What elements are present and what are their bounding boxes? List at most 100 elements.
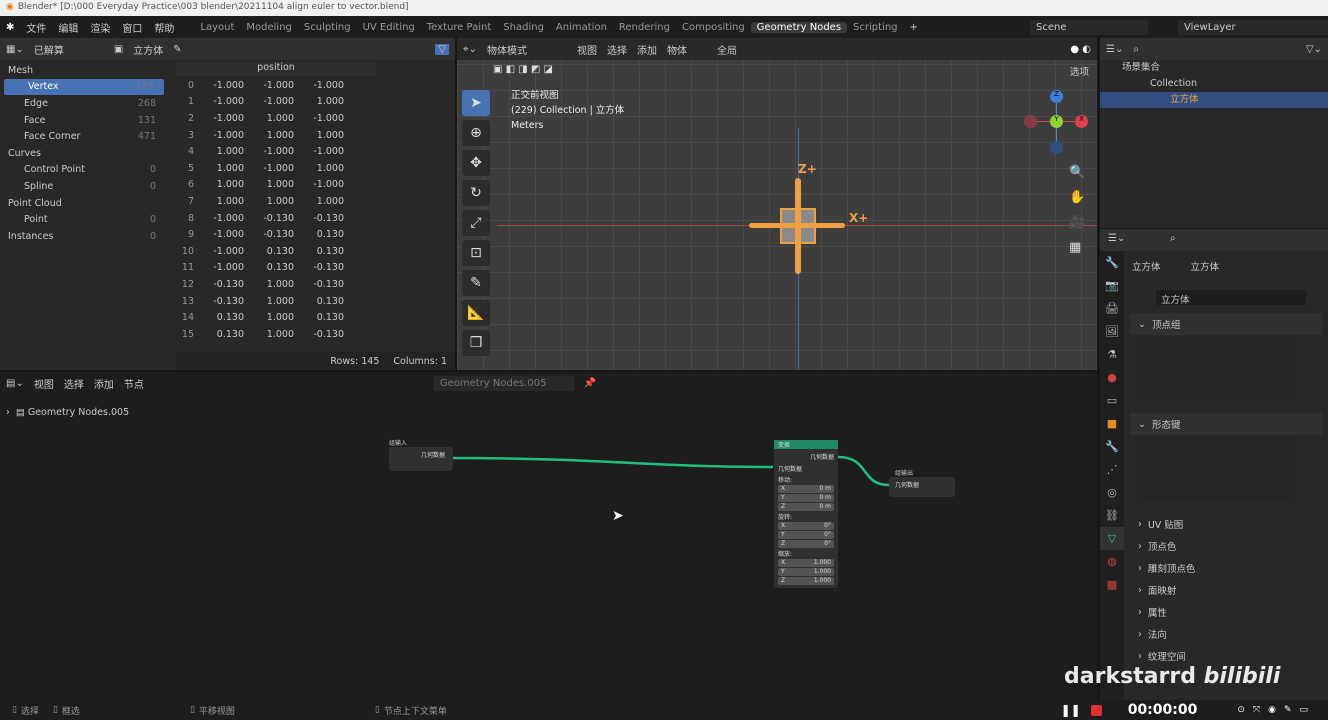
gizmo-neg-x[interactable]: [1024, 115, 1037, 128]
vector-field[interactable]: X 0°: [778, 522, 834, 530]
vector-field[interactable]: Y 0 m: [778, 494, 834, 502]
tab-modeling[interactable]: Modeling: [240, 22, 298, 33]
filter-icon[interactable]: ▽⌄: [1306, 44, 1322, 55]
outliner-collection[interactable]: Collection: [1100, 76, 1328, 92]
domain-item[interactable]: Instances 0: [0, 228, 166, 245]
blender-logo-icon[interactable]: ✱: [0, 22, 20, 33]
tab-layout[interactable]: Layout: [194, 22, 240, 33]
tab-scripting[interactable]: Scripting: [847, 22, 903, 33]
orientation-dropdown[interactable]: 全局: [717, 42, 777, 57]
transform-node[interactable]: 变换 几何数据 几何数据 移动: X 0 m Y 0 m Z 0 m 旋转: X 0° Y 0°…: [774, 440, 838, 588]
panel-section[interactable]: ⌄ 形态键: [1130, 413, 1322, 435]
vector-field[interactable]: X 1.000: [778, 559, 834, 567]
domain-item[interactable]: Point 0: [0, 211, 166, 228]
list-box[interactable]: [1136, 337, 1296, 399]
menu-render[interactable]: 渲染: [84, 20, 116, 35]
panel-section[interactable]: ⌄ 顶点组: [1130, 313, 1322, 335]
panel-section[interactable]: › 雕刻顶点色: [1130, 557, 1322, 579]
shading-solid-icon[interactable]: ● ◐: [1070, 44, 1091, 55]
material-tab-icon[interactable]: ◍: [1100, 550, 1124, 573]
tab-sculpting[interactable]: Sculpting: [298, 22, 357, 33]
column-header-position[interactable]: position: [176, 62, 376, 76]
vector-field[interactable]: Z 0°: [778, 540, 834, 548]
scene-selector[interactable]: Scene: [1030, 19, 1148, 35]
domain-item[interactable]: Face 131: [0, 112, 166, 129]
menu-add[interactable]: 添加: [637, 42, 657, 57]
tab-geometry-nodes[interactable]: Geometry Nodes: [750, 21, 848, 33]
output-tab-icon[interactable]: 🖨: [1100, 297, 1124, 320]
modifier-tab-icon[interactable]: 🔧: [1100, 435, 1124, 458]
tab-animation[interactable]: Animation: [550, 22, 613, 33]
filter-icon[interactable]: ▽: [435, 43, 449, 55]
measure-tool-icon[interactable]: 📐: [462, 300, 490, 326]
domain-item[interactable]: Curves: [0, 145, 166, 162]
menu-help[interactable]: 帮助: [148, 20, 180, 35]
menu-object[interactable]: 物体: [667, 42, 687, 57]
camera-icon[interactable]: 🎥: [1069, 210, 1085, 235]
panel-section[interactable]: › 面映射: [1130, 579, 1322, 601]
domain-item[interactable]: Control Point 0: [0, 162, 166, 179]
recorder-tool-icons[interactable]: ⊙⤧◉✎▭: [1237, 705, 1316, 715]
domain-item[interactable]: Edge 268: [0, 95, 166, 112]
domain-item[interactable]: Spline 0: [0, 178, 166, 195]
gizmo-z[interactable]: Z: [1050, 90, 1063, 103]
group-input-node[interactable]: 组输入 几何数据: [389, 440, 453, 474]
menu-edit[interactable]: 编辑: [52, 20, 84, 35]
outliner-cube[interactable]: 立方体: [1100, 92, 1328, 108]
view-layer-tab-icon[interactable]: 🖼: [1100, 320, 1124, 343]
physics-tab-icon[interactable]: ◎: [1100, 481, 1124, 504]
scale-tool-icon[interactable]: ⤢: [462, 210, 490, 236]
outliner-scene-collection[interactable]: 场景集合: [1100, 60, 1328, 76]
view-layer-selector[interactable]: ViewLayer: [1178, 19, 1328, 35]
annotate-tool-icon[interactable]: ✎: [462, 270, 490, 296]
rotate-tool-icon[interactable]: ↻: [462, 180, 490, 206]
record-icon[interactable]: [1090, 704, 1102, 716]
editor-type-icon[interactable]: ⌖⌄: [463, 44, 477, 55]
options-dropdown[interactable]: 选项: [1070, 64, 1089, 78]
vector-field[interactable]: Z 0 m: [778, 503, 834, 511]
mesh-name-field[interactable]: 立方体: [1156, 290, 1306, 306]
tool-tab-icon[interactable]: 🔧: [1100, 251, 1124, 274]
menu-view[interactable]: 视图: [577, 42, 597, 57]
3d-viewport[interactable]: ⌖⌄ 物体模式 视图 选择 添加 物体 全局 ● ◐ ▣ ◧ ◨ ◩ ◪ 选项 ➤ ⊕ ✥ ↻ ⤢ ⊡ ✎…: [457, 38, 1097, 370]
menu-window[interactable]: 窗口: [116, 20, 148, 35]
list-box[interactable]: [1136, 437, 1296, 499]
panel-section[interactable]: › 法向: [1130, 623, 1322, 645]
navigation-gizmo[interactable]: Z Y X: [1022, 88, 1092, 158]
vector-field[interactable]: X 0 m: [778, 485, 834, 493]
gizmo-neg-z[interactable]: [1050, 141, 1063, 154]
domain-item[interactable]: Mesh: [0, 62, 166, 79]
pin-icon[interactable]: ✎: [173, 44, 181, 55]
panel-section[interactable]: › 属性: [1130, 601, 1322, 623]
menu-select[interactable]: 选择: [607, 42, 627, 57]
grid-icon[interactable]: ▦: [1069, 235, 1085, 260]
data-tab-icon[interactable]: ▽: [1100, 527, 1124, 550]
tab-rendering[interactable]: Rendering: [613, 22, 676, 33]
editor-type-icon[interactable]: ▦⌄: [6, 44, 24, 55]
tab-uv-editing[interactable]: UV Editing: [357, 22, 421, 33]
gizmo-x[interactable]: X: [1075, 115, 1088, 128]
tab-texture-paint[interactable]: Texture Paint: [421, 22, 498, 33]
select-mode-icons[interactable]: ▣ ◧ ◨ ◩ ◪: [493, 64, 553, 75]
particles-tab-icon[interactable]: ⋰: [1100, 458, 1124, 481]
add-cube-tool-icon[interactable]: ❒: [462, 330, 490, 356]
vector-field[interactable]: Y 0°: [778, 531, 834, 539]
evaluation-mode-dropdown[interactable]: 已解算: [34, 42, 104, 57]
editor-type-icon[interactable]: ☰⌄: [1106, 44, 1123, 55]
collection-tab-icon[interactable]: ▭: [1100, 389, 1124, 412]
vector-field[interactable]: Z 1.000: [778, 577, 834, 585]
add-workspace-button[interactable]: +: [904, 22, 924, 33]
group-output-node[interactable]: 组输出 几何数据: [889, 470, 955, 504]
scene-tab-icon[interactable]: ⚗: [1100, 343, 1124, 366]
world-tab-icon[interactable]: ●: [1100, 366, 1124, 389]
gizmo-y[interactable]: Y: [1050, 115, 1063, 128]
tab-shading[interactable]: Shading: [497, 22, 550, 33]
node-editor[interactable]: ▤⌄ 视图 选择 添加 节点 Geometry Nodes.005 📌 › ▤ Geome…: [0, 372, 1097, 700]
search-icon[interactable]: ⌕: [1133, 44, 1139, 55]
vector-field[interactable]: Y 1.000: [778, 568, 834, 576]
constraints-tab-icon[interactable]: ⛓: [1100, 504, 1124, 527]
pause-icon[interactable]: ❚❚: [1061, 703, 1081, 717]
cursor-tool-icon[interactable]: ⊕: [462, 120, 490, 146]
render-tab-icon[interactable]: 📷: [1100, 274, 1124, 297]
domain-item[interactable]: Vertex 145: [4, 78, 164, 96]
